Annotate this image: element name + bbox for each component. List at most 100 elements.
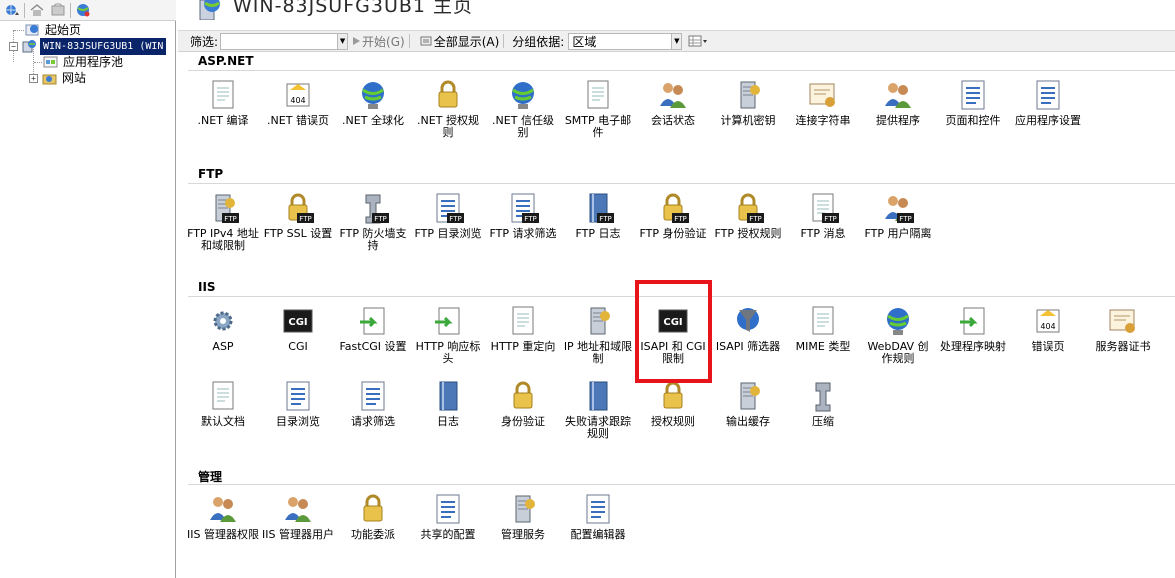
feature-label: FastCGI 设置 xyxy=(339,340,407,353)
feature-tile[interactable]: ISAPI 筛选器 xyxy=(711,304,785,370)
providers-icon xyxy=(885,83,911,108)
feature-tile[interactable]: FTP FTP 防火墙支持 xyxy=(336,191,410,257)
handler-mappings-icon xyxy=(960,307,985,335)
globe-icon[interactable] xyxy=(74,2,92,19)
ftp-ssl-icon: FTP xyxy=(288,193,314,223)
feature-tile[interactable]: FTP FTP 身份验证 xyxy=(636,191,710,257)
feature-tile[interactable]: 会话状态 xyxy=(636,78,710,144)
group-by-dropdown-button[interactable]: ▼ xyxy=(672,32,683,50)
feature-tile[interactable]: .NET 授权规则 xyxy=(411,78,485,144)
group-by-select[interactable]: 区域 xyxy=(568,32,673,50)
feature-tile[interactable]: 管理服务 xyxy=(486,492,560,558)
show-all-icon xyxy=(420,36,432,46)
mime-types-icon xyxy=(812,306,834,335)
feature-tile[interactable]: 功能委派 xyxy=(336,492,410,558)
feature-tile[interactable]: .NET 全球化 xyxy=(336,78,410,144)
feature-tile[interactable]: FTP FTP 日志 xyxy=(561,191,635,257)
feature-label: IP 地址和域限制 xyxy=(563,340,633,365)
dotnet-authorization-icon xyxy=(438,80,458,108)
feature-tile[interactable]: 共享的配置 xyxy=(411,492,485,558)
feature-tile[interactable]: 服务器证书 xyxy=(1086,304,1160,370)
feature-tile[interactable]: FTP FTP 请求筛选 xyxy=(486,191,560,257)
feature-label: FTP SSL 设置 xyxy=(263,227,333,240)
feature-tile[interactable]: 页面和控件 xyxy=(936,78,1010,144)
feature-tile[interactable]: FastCGI 设置 xyxy=(336,304,410,370)
feature-label: 日志 xyxy=(437,415,459,428)
page-title: WIN-83JSUFG3UB1 主页 xyxy=(233,0,474,17)
dotnet-globalization-icon xyxy=(362,82,384,109)
toolbar-separator xyxy=(70,2,71,18)
feature-tile[interactable]: SMTP 电子邮件 xyxy=(561,78,635,144)
feature-label: FTP 日志 xyxy=(575,227,621,240)
feature-tile[interactable]: 404 .NET 错误页 xyxy=(261,78,335,144)
feature-label: 身份验证 xyxy=(501,415,545,428)
logging-icon xyxy=(439,381,458,411)
feature-tile[interactable]: 请求筛选 xyxy=(336,379,410,445)
show-all-label: 全部显示(A) xyxy=(433,34,500,49)
tree-item-server[interactable]: − WIN-83JSUFG3UB1 (WIN xyxy=(0,37,176,55)
section-header[interactable]: ASP.NET xyxy=(198,54,254,68)
page-header: WIN-83JSUFG3UB1 主页 xyxy=(178,0,1175,29)
feature-tile[interactable]: FTP FTP 目录浏览 xyxy=(411,191,485,257)
feature-tile[interactable]: 404 错误页 xyxy=(1011,304,1085,370)
feature-tile[interactable]: 配置编辑器 xyxy=(561,492,635,558)
section-header[interactable]: 管理 xyxy=(198,468,222,485)
feature-tile[interactable]: FTP FTP SSL 设置 xyxy=(261,191,335,257)
feature-tile[interactable]: .NET 编译 xyxy=(186,78,260,144)
feature-tile[interactable]: 计算机密钥 xyxy=(711,78,785,144)
server-icon xyxy=(22,39,37,53)
feature-tile[interactable]: 输出缓存 xyxy=(711,379,785,445)
feature-tile[interactable]: 身份验证 xyxy=(486,379,560,445)
request-filtering-icon xyxy=(361,381,385,411)
connections-pane: 起始页 − WIN-83JSUFG3UB1 (WIN 应用程序池 + 网站 xyxy=(0,0,176,578)
feature-label: 输出缓存 xyxy=(726,415,770,428)
feature-tile[interactable]: 处理程序映射 xyxy=(936,304,1010,370)
feature-tile[interactable]: ASP xyxy=(186,304,260,370)
connect-icon[interactable] xyxy=(3,2,21,19)
show-all-button[interactable]: 全部显示(A) xyxy=(420,33,500,50)
section-divider xyxy=(188,70,1175,71)
feature-tile[interactable]: 授权规则 xyxy=(636,379,710,445)
feature-tile[interactable]: 应用程序设置 xyxy=(1011,78,1085,144)
feature-tile[interactable]: 压缩 xyxy=(786,379,860,445)
feature-label: CGI xyxy=(288,340,308,353)
feature-tile[interactable]: FTP FTP IPv4 地址和域限制 xyxy=(186,191,260,257)
start-button[interactable]: 开始(G) xyxy=(350,33,405,50)
feature-tile[interactable]: 目录浏览 xyxy=(261,379,335,445)
dotnet-error-pages-icon: 404 xyxy=(286,83,310,107)
home-icon[interactable] xyxy=(28,2,46,19)
view-mode-button[interactable] xyxy=(688,35,708,47)
feature-tile[interactable]: 失败请求跟踪规则 xyxy=(561,379,635,445)
tree-item-start-page[interactable]: 起始页 xyxy=(0,22,176,38)
feature-tile[interactable]: IP 地址和域限制 xyxy=(561,304,635,370)
feature-tile[interactable]: 日志 xyxy=(411,379,485,445)
feature-tile[interactable]: 连接字符串 xyxy=(786,78,860,144)
section-header[interactable]: FTP xyxy=(198,167,223,181)
feature-tile[interactable]: CGI CGI xyxy=(261,304,335,370)
feature-tile[interactable]: 默认文档 xyxy=(186,379,260,445)
filter-dropdown-button[interactable]: ▼ xyxy=(338,32,349,50)
tree-expander[interactable]: − xyxy=(9,41,18,51)
feature-tile[interactable]: IIS 管理器用户 xyxy=(261,492,335,558)
feature-tile[interactable]: FTP FTP 授权规则 xyxy=(711,191,785,257)
feature-tile[interactable]: IIS 管理器权限 xyxy=(186,492,260,558)
save-icon[interactable] xyxy=(49,2,67,19)
section-header[interactable]: IIS xyxy=(198,280,216,294)
filter-input[interactable] xyxy=(220,32,339,50)
feature-tile[interactable]: HTTP 重定向 xyxy=(486,304,560,370)
feature-tile[interactable]: FTP FTP 消息 xyxy=(786,191,860,257)
tree-item-app-pools[interactable]: 应用程序池 xyxy=(0,54,176,70)
asp-icon xyxy=(213,311,233,331)
feature-label: 失败请求跟踪规则 xyxy=(565,415,631,440)
feature-tile[interactable]: .NET 信任级别 xyxy=(486,78,560,144)
feature-tile[interactable]: WebDAV 创作规则 xyxy=(861,304,935,370)
feature-tile[interactable]: FTP FTP 用户隔离 xyxy=(861,191,935,257)
tree-item-sites[interactable]: + 网站 xyxy=(0,70,176,86)
feature-tile[interactable]: MIME 类型 xyxy=(786,304,860,370)
ftp-request-filtering-icon: FTP xyxy=(511,193,539,223)
tree-expander[interactable]: + xyxy=(29,73,38,83)
feature-tile[interactable]: HTTP 响应标头 xyxy=(411,304,485,370)
feature-tile[interactable]: 提供程序 xyxy=(861,78,935,144)
feature-label: .NET 全球化 xyxy=(342,114,404,127)
feature-label: 共享的配置 xyxy=(420,528,476,541)
